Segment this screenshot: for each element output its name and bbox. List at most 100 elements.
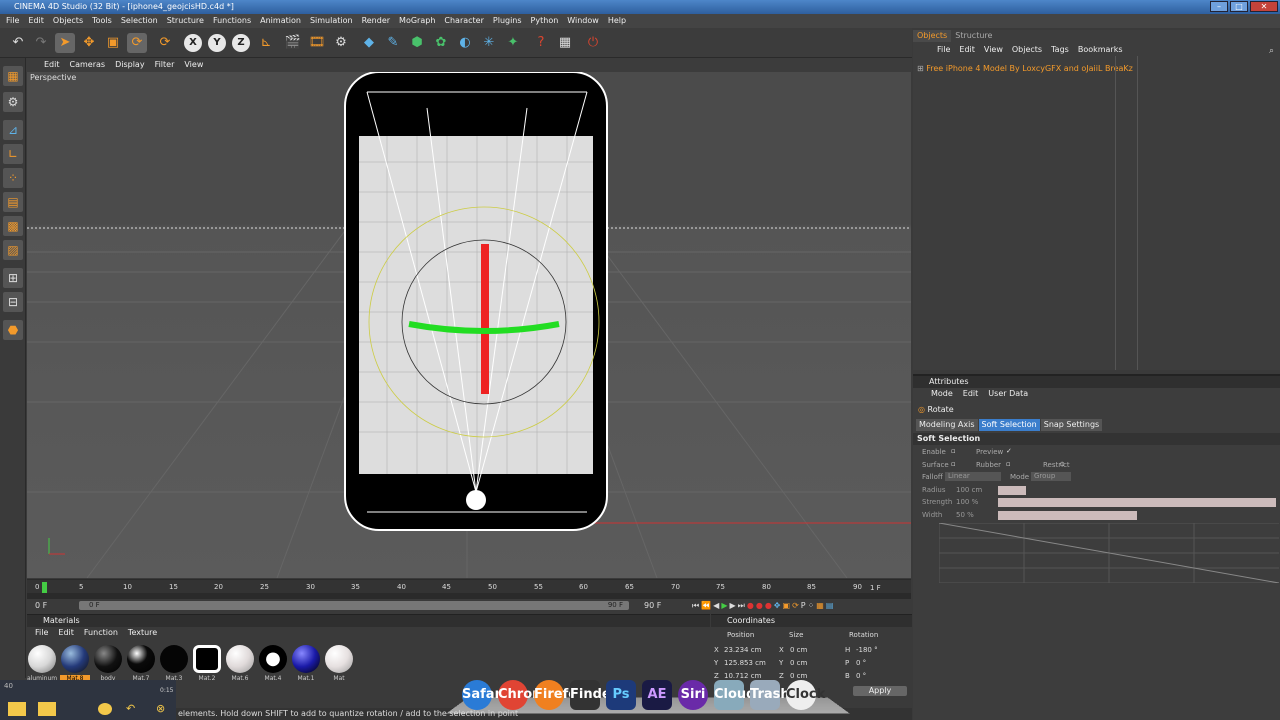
material-swatch[interactable]: Mat [324, 645, 354, 682]
dock-app-icon[interactable]: Clock [786, 680, 825, 710]
rotation-key-icon[interactable]: ⟳ [792, 601, 799, 611]
tab-soft-selection[interactable]: Soft Selection [978, 419, 1040, 431]
materials-menu-function[interactable]: Function [84, 627, 118, 639]
cube-icon[interactable]: ◆ [359, 33, 379, 53]
viewport-menu-cameras[interactable]: Cameras [70, 58, 106, 72]
material-swatch[interactable]: Mat.3 [159, 645, 189, 682]
parameter-key-icon[interactable]: P [801, 601, 806, 611]
material-swatch[interactable]: Mat.8 [60, 645, 90, 682]
scene-icon[interactable]: ✳ [479, 33, 499, 53]
previous-frame-icon[interactable]: ◀ [713, 601, 719, 611]
keyframe-selection-icon[interactable]: ● [765, 601, 772, 611]
menu-tools[interactable]: Tools [92, 14, 112, 28]
objects-menu-objects[interactable]: Objects [1012, 44, 1042, 56]
rotation-b-field[interactable]: 0 ° [856, 672, 866, 680]
tab-modeling-axis[interactable]: Modeling Axis [916, 419, 978, 431]
deformer-icon[interactable]: ◐ [455, 33, 475, 53]
render-view-icon[interactable]: 🎬 [283, 33, 303, 53]
spline-pen-icon[interactable]: ✎ [383, 33, 403, 53]
menu-plugins[interactable]: Plugins [493, 14, 522, 28]
point-level-icon[interactable]: ⁘ [808, 601, 815, 611]
menu-structure[interactable]: Structure [167, 14, 204, 28]
cancel-icon[interactable]: ⊗ [156, 702, 165, 715]
dock-app-icon[interactable]: Ps [606, 680, 636, 710]
surface-checkbox[interactable]: ▫ [951, 460, 956, 468]
tab-structure[interactable]: Structure [951, 30, 996, 42]
dock-app-icon[interactable]: Cloud [714, 680, 756, 710]
tab-objects[interactable]: Objects [913, 30, 952, 42]
dock-app-icon[interactable]: Siri [678, 680, 708, 710]
points-mode-icon[interactable]: ⁘ [3, 168, 23, 188]
radius-slider[interactable] [998, 486, 1026, 495]
help-icon[interactable]: ? [531, 33, 551, 53]
objects-menu-tags[interactable]: Tags [1051, 44, 1069, 56]
sculpt-icon[interactable]: ⬣ [3, 320, 23, 340]
object-row[interactable]: ⊞ Free iPhone 4 Model By LoxcyGFX and oJ… [917, 63, 1280, 75]
material-swatch[interactable]: aluminum [27, 645, 57, 682]
timeline-settings-icon[interactable]: ▤ [826, 601, 834, 611]
apply-button[interactable]: Apply [853, 686, 907, 696]
solo-icon[interactable]: ⊟ [3, 292, 23, 312]
width-slider[interactable] [998, 511, 1137, 520]
z-axis-icon[interactable]: Z [232, 34, 250, 52]
menu-file[interactable]: File [6, 14, 19, 28]
enable-checkbox[interactable]: ▫ [951, 447, 956, 455]
dock-app-icon[interactable]: Finder [570, 680, 617, 710]
scale-key-icon[interactable]: ▣ [783, 601, 791, 611]
material-swatch[interactable]: Mat.2 [192, 645, 222, 682]
recent-tool-icon[interactable]: ⟳ [155, 33, 175, 53]
next-frame-icon[interactable]: ▶ [729, 601, 735, 611]
folder-icon[interactable] [8, 702, 26, 716]
menu-objects[interactable]: Objects [53, 14, 83, 28]
menu-character[interactable]: Character [444, 14, 484, 28]
layout-icon[interactable]: ▦ [555, 33, 575, 53]
close-button[interactable]: ✕ [1250, 1, 1278, 12]
dock-app-icon[interactable]: Trash [750, 680, 790, 710]
previous-key-icon[interactable]: ⏪ [701, 601, 711, 611]
falloff-dropdown[interactable]: Linear [945, 472, 1001, 481]
menu-mograph[interactable]: MoGraph [399, 14, 435, 28]
objects-menu-view[interactable]: View [984, 44, 1003, 56]
radius-field[interactable]: 100 cm [956, 486, 982, 494]
play-icon[interactable]: ▶ [721, 601, 727, 611]
viewport-menu-filter[interactable]: Filter [155, 58, 175, 72]
attributes-menu-user-data[interactable]: User Data [988, 388, 1028, 400]
x-axis-icon[interactable]: X [184, 34, 202, 52]
objects-menu-file[interactable]: File [937, 44, 950, 56]
materials-menu-texture[interactable]: Texture [128, 627, 157, 639]
notification-icon[interactable] [98, 703, 112, 715]
make-editable-icon[interactable]: ▦ [3, 66, 23, 86]
record-icon[interactable]: ● [747, 601, 754, 611]
undo-history-icon[interactable]: ↶ [126, 702, 135, 715]
menu-help[interactable]: Help [608, 14, 626, 28]
workplane-icon[interactable]: ⊿ [3, 120, 23, 140]
rotation-p-field[interactable]: 0 ° [856, 659, 866, 667]
autokey-icon[interactable]: ● [756, 601, 763, 611]
coordinate-system-icon[interactable]: ⊾ [256, 33, 276, 53]
python-icon[interactable]: ⏻ [583, 33, 603, 53]
width-field[interactable]: 50 % [956, 511, 974, 519]
scale-icon[interactable]: ▣ [103, 33, 123, 53]
dock-app-icon[interactable]: Firefox [534, 680, 586, 710]
polygons-mode-icon[interactable]: ▩ [3, 216, 23, 236]
menu-window[interactable]: Window [567, 14, 599, 28]
falloff-curve-graph[interactable] [939, 523, 1279, 583]
material-swatch[interactable]: body [93, 645, 123, 682]
pause-icon[interactable] [38, 702, 56, 716]
y-axis-icon[interactable]: Y [208, 34, 226, 52]
objects-menu-edit[interactable]: Edit [959, 44, 975, 56]
material-swatch[interactable]: Mat.7 [126, 645, 156, 682]
position-key-icon[interactable]: ✥ [774, 601, 781, 611]
menu-edit[interactable]: Edit [28, 14, 44, 28]
render-picture-viewer-icon[interactable]: 🎞 [307, 33, 327, 53]
materials-menu-file[interactable]: File [35, 627, 48, 639]
texture-icon[interactable]: ⚙ [3, 92, 23, 112]
size-y-field[interactable]: 0 cm [790, 659, 807, 667]
material-swatch[interactable]: Mat.6 [225, 645, 255, 682]
live-selection-icon[interactable]: ➤ [55, 33, 75, 53]
frame-range-slider[interactable]: 0 F 90 F [79, 601, 629, 610]
attributes-menu-mode[interactable]: Mode [931, 388, 953, 400]
rotation-h-field[interactable]: -180 ° [856, 646, 878, 654]
pla-key-icon[interactable]: ▦ [816, 601, 824, 611]
light-icon[interactable]: ✦ [503, 33, 523, 53]
